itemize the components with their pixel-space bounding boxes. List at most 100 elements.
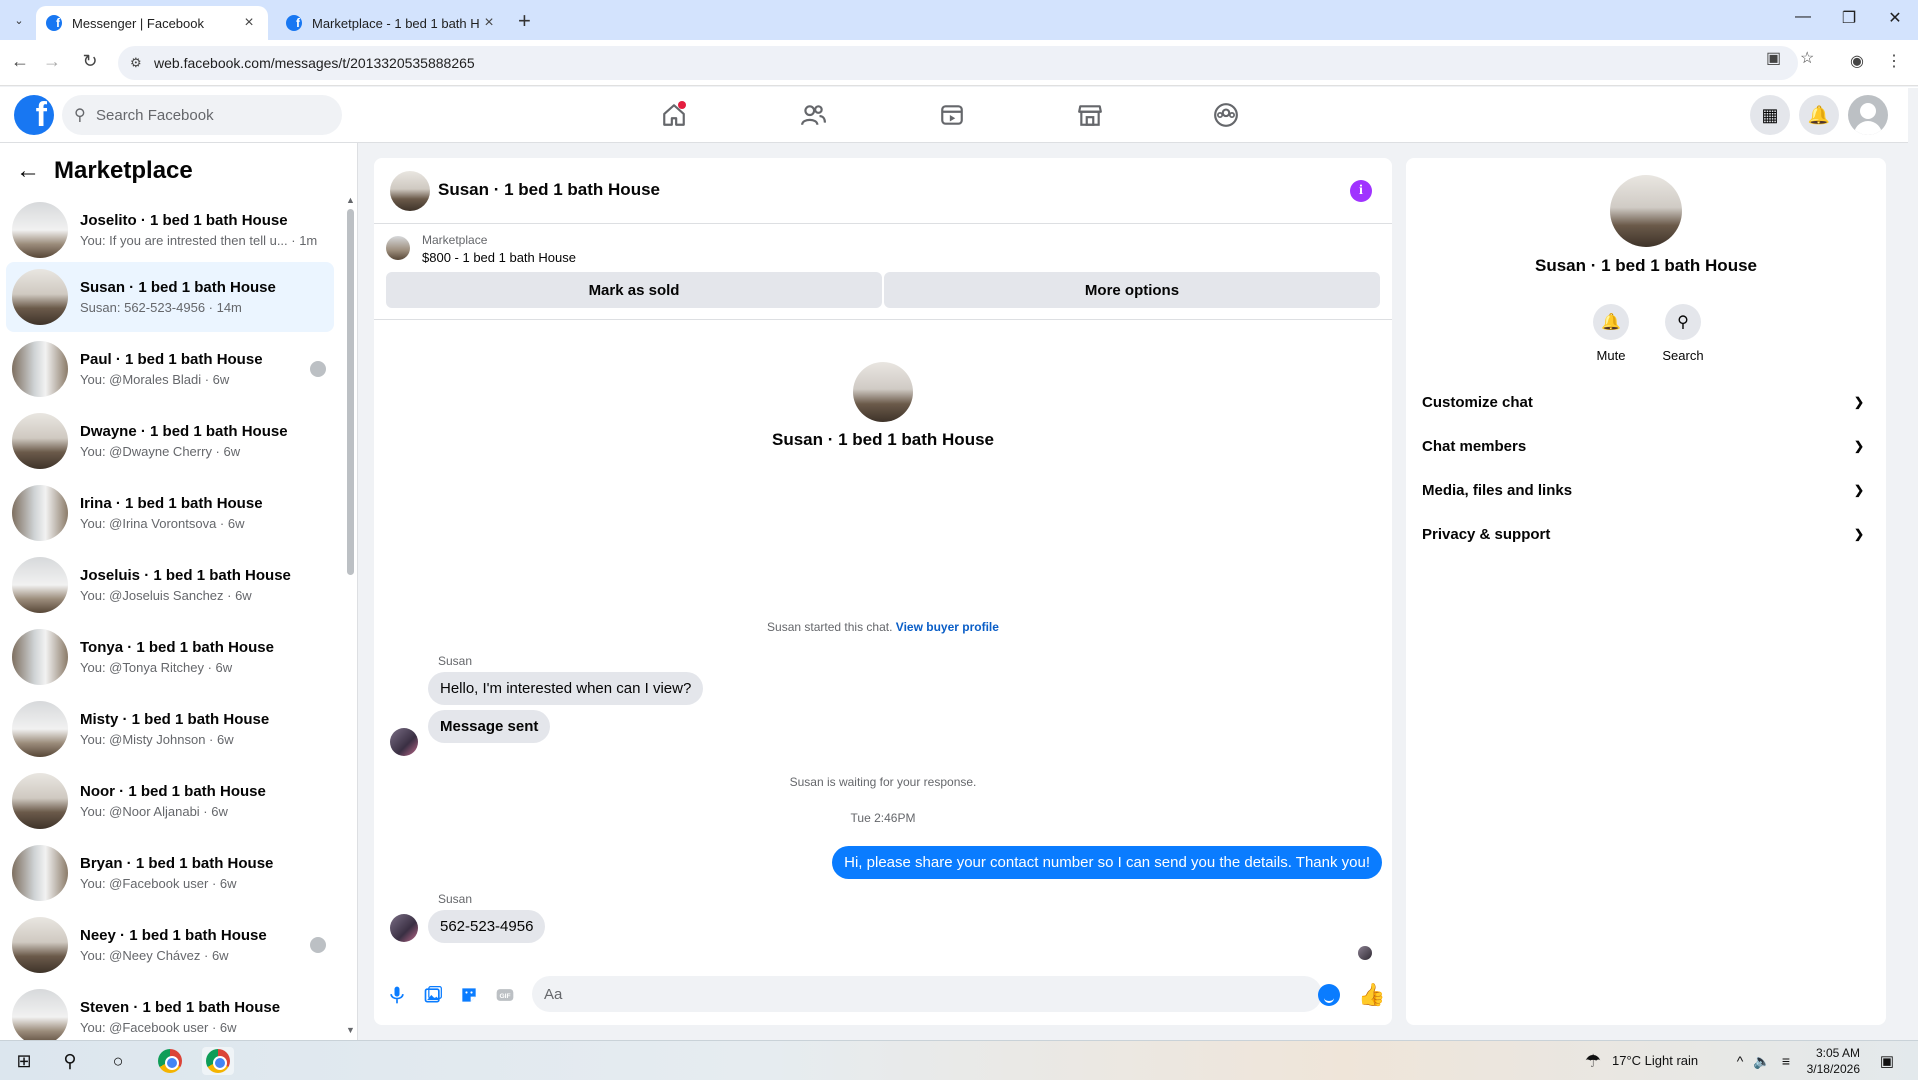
system-clock[interactable]: 3:05 AM 3/18/2026 (1804, 1045, 1860, 1077)
video-icon (941, 105, 963, 125)
conversation-item[interactable]: Joseluis · 1 bed 1 bath House You: @Josel… (6, 550, 334, 620)
conversation-item[interactable]: Noor · 1 bed 1 bath House You: @Noor Alja… (6, 766, 334, 836)
sender-avatar[interactable] (390, 914, 418, 942)
search-icon[interactable]: ⚲ (56, 1047, 84, 1075)
conversation-item[interactable]: Bryan · 1 bed 1 bath House You: @Facebook… (6, 838, 334, 908)
back-arrow-icon[interactable]: ← (16, 157, 40, 185)
facebook-search-input[interactable]: ⚲ Search Facebook (62, 95, 342, 135)
sidebar-scrollbar[interactable] (347, 209, 354, 575)
thumbs-up-icon[interactable]: 👍 (1358, 982, 1385, 1008)
facebook-logo-icon[interactable]: f (14, 95, 54, 135)
window-close-button[interactable]: ✕ (1872, 8, 1918, 28)
forward-button[interactable]: → (40, 51, 64, 72)
message-input[interactable]: Aa (532, 976, 1322, 1012)
nav-video[interactable] (932, 99, 972, 131)
listing-source: Marketplace (422, 233, 488, 247)
notifications-button[interactable]: 🔔 (1799, 95, 1839, 135)
svg-text:GIF: GIF (499, 993, 510, 1000)
photo-icon[interactable] (422, 984, 444, 1006)
scroll-up-arrow-icon[interactable]: ▲ (346, 195, 355, 205)
profile-icon[interactable]: ◉ (1850, 51, 1864, 71)
chrome-taskbar-icon[interactable] (154, 1047, 186, 1075)
restore-button[interactable]: ❐ (1826, 8, 1872, 28)
conversation-thumbnail (12, 773, 68, 829)
facebook-favicon-icon: f (46, 15, 62, 31)
conversation-item[interactable]: Paul · 1 bed 1 bath House You: @Morales B… (6, 334, 334, 404)
conversation-thumbnail (12, 269, 68, 325)
mark-as-sold-button[interactable]: Mark as sold (386, 272, 882, 308)
nav-friends[interactable] (793, 99, 833, 131)
view-buyer-profile-link[interactable]: View buyer profile (896, 620, 999, 634)
url-text: web.facebook.com/messages/t/201332053588… (154, 55, 475, 71)
customize-chat-section[interactable]: Customize chat ❯ (1422, 380, 1870, 424)
browser-tab-marketplace[interactable]: f Marketplace - 1 bed 1 bath Ho × (276, 6, 508, 40)
nav-groups[interactable] (1206, 99, 1246, 131)
conversation-item[interactable]: Dwayne · 1 bed 1 bath House You: @Dwayne … (6, 406, 334, 476)
sender-avatar[interactable] (390, 728, 418, 756)
weather-text[interactable]: 17°C Light rain (1612, 1053, 1698, 1068)
conversation-item[interactable]: Joselito · 1 bed 1 bath House You: If you… (6, 195, 334, 265)
conversation-preview: You: @Joseluis Sanchez · 6w (80, 588, 252, 603)
conversation-preview: You: @Dwayne Cherry · 6w (80, 444, 241, 459)
windows-start-icon[interactable]: ⊞ (10, 1047, 38, 1075)
media-files-links-section[interactable]: Media, files and links ❯ (1422, 468, 1870, 512)
search-conversation-button[interactable]: ⚲ Search (1648, 304, 1718, 363)
conversation-item[interactable]: Irina · 1 bed 1 bath House You: @Irina Vo… (6, 478, 334, 548)
notification-center-icon[interactable]: ▣ (1874, 1047, 1900, 1075)
gif-icon[interactable]: GIF (494, 984, 516, 1006)
conversation-thumbnail (12, 413, 68, 469)
listing-thumbnail[interactable] (386, 236, 410, 260)
address-bar[interactable]: ⚙ web.facebook.com/messages/t/2013320535… (118, 46, 1798, 80)
close-icon[interactable]: × (480, 14, 498, 32)
conversation-name: Neey · 1 bed 1 bath House (80, 927, 267, 944)
mute-button[interactable]: 🔔 Mute (1576, 304, 1646, 363)
notification-dot (678, 101, 686, 109)
more-options-button[interactable]: More options (884, 272, 1380, 308)
conversation-item[interactable]: Steven · 1 bed 1 bath House You: @Faceboo… (6, 982, 334, 1040)
conversation-item[interactable]: Misty · 1 bed 1 bath House You: @Misty Jo… (6, 694, 334, 764)
task-view-icon[interactable]: ○ (104, 1047, 132, 1075)
minimize-button[interactable]: — (1780, 8, 1826, 26)
sticker-icon[interactable] (458, 984, 480, 1006)
conversation-name: Paul · 1 bed 1 bath House (80, 351, 263, 368)
chat-started-notice: Susan started this chat. View buyer prof… (374, 620, 1392, 634)
incoming-message[interactable]: Hello, I'm interested when can I view? (428, 672, 704, 705)
new-tab-button[interactable]: + (518, 8, 531, 34)
privacy-support-section[interactable]: Privacy & support ❯ (1422, 512, 1870, 556)
back-button[interactable]: ← (8, 51, 32, 72)
close-icon[interactable]: × (240, 14, 258, 32)
tab-search-button[interactable]: ⌄ (8, 9, 30, 31)
browser-tab-messenger[interactable]: f Messenger | Facebook × (36, 6, 268, 40)
groups-icon (1214, 103, 1238, 127)
site-info-icon[interactable]: ⚙ (130, 55, 142, 71)
scroll-down-arrow-icon[interactable]: ▼ (346, 1025, 355, 1035)
account-avatar[interactable] (1848, 95, 1888, 135)
outgoing-message[interactable]: Hi, please share your contact number so … (832, 846, 1382, 879)
emoji-icon[interactable] (1318, 984, 1340, 1006)
nav-home[interactable] (654, 99, 694, 131)
nav-marketplace[interactable] (1070, 99, 1110, 131)
weather-icon[interactable]: ☂ (1580, 1047, 1606, 1075)
details-avatar[interactable] (1610, 175, 1682, 247)
conversation-item[interactable]: Tonya · 1 bed 1 bath House You: @Tonya Ri… (6, 622, 334, 692)
conversation-item-selected[interactable]: Susan · 1 bed 1 bath House Susan: 562-523… (6, 262, 334, 332)
browser-menu-icon[interactable]: ⋮ (1886, 51, 1902, 71)
microphone-icon[interactable] (386, 984, 408, 1006)
info-icon[interactable]: i (1350, 180, 1372, 202)
network-icon[interactable]: ≡ (1776, 1047, 1796, 1075)
reload-button[interactable]: ↻ (78, 51, 102, 72)
incoming-message[interactable]: Message sent (428, 710, 551, 743)
conversation-item[interactable]: Neey · 1 bed 1 bath House You: @Neey Cháv… (6, 910, 334, 980)
volume-icon[interactable]: 🔈 (1752, 1047, 1772, 1075)
incoming-message[interactable]: 562-523-4956 (428, 910, 546, 943)
menu-grid-button[interactable]: ▦ (1750, 95, 1790, 135)
install-app-icon[interactable]: ▣ (1766, 48, 1781, 68)
page-scrollbar[interactable] (1908, 88, 1918, 1040)
chevron-up-icon[interactable]: ^ (1730, 1047, 1750, 1075)
chat-title[interactable]: Susan · 1 bed 1 bath House (438, 180, 660, 200)
chat-members-section[interactable]: Chat members ❯ (1422, 424, 1870, 468)
chrome-taskbar-icon-active[interactable] (202, 1047, 234, 1075)
listing-price[interactable]: $800 - 1 bed 1 bath House (422, 250, 576, 265)
bookmark-star-icon[interactable]: ☆ (1800, 48, 1814, 68)
chat-avatar[interactable] (390, 171, 430, 211)
